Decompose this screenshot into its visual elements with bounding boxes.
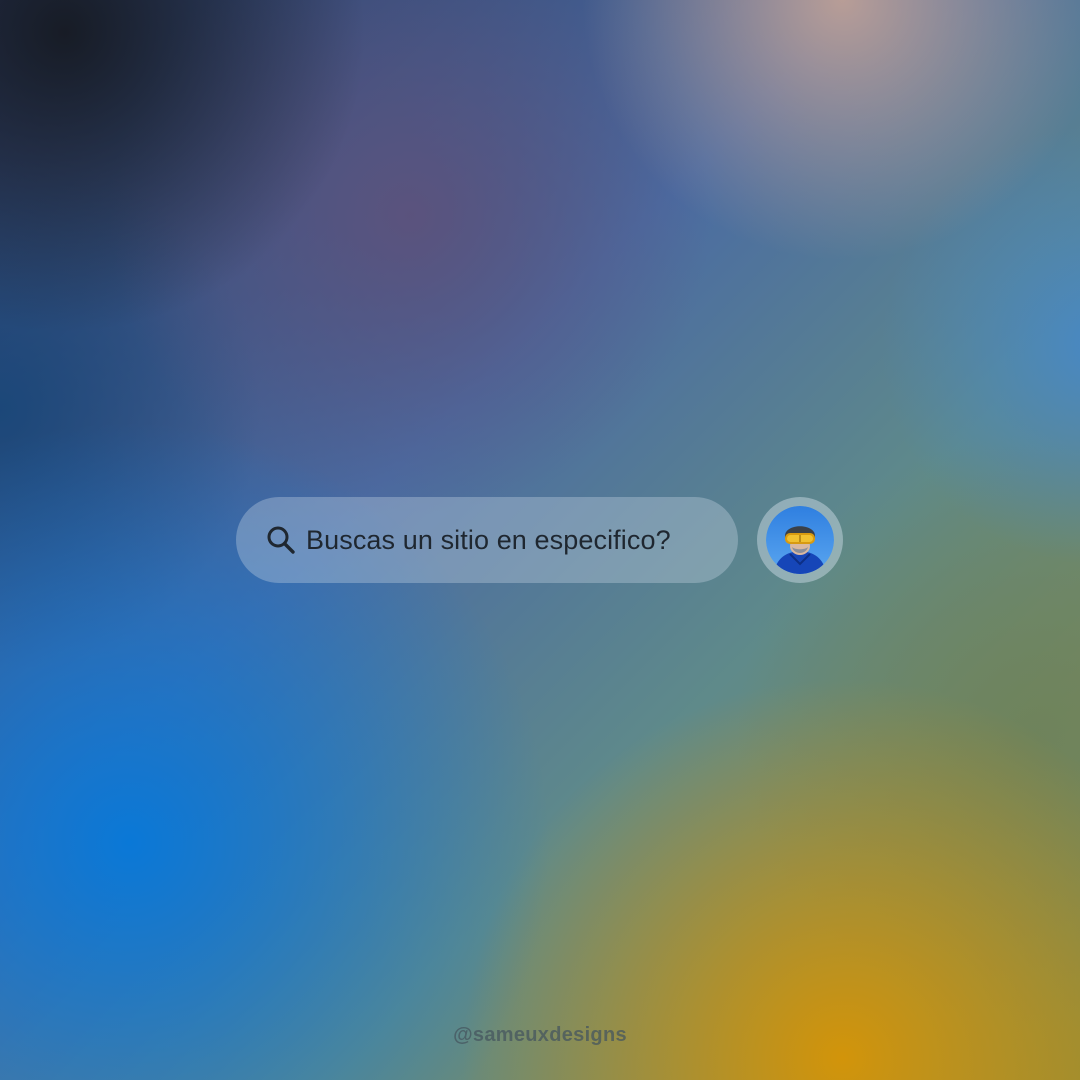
watermark-handle: @sameuxdesigns bbox=[453, 1024, 627, 1046]
search-bar[interactable]: Buscas un sitio en especifico? bbox=[236, 497, 738, 583]
profile-avatar-button[interactable] bbox=[757, 497, 843, 583]
search-icon bbox=[264, 523, 298, 557]
avatar bbox=[766, 506, 834, 574]
search-input[interactable]: Buscas un sitio en especifico? bbox=[306, 525, 671, 556]
